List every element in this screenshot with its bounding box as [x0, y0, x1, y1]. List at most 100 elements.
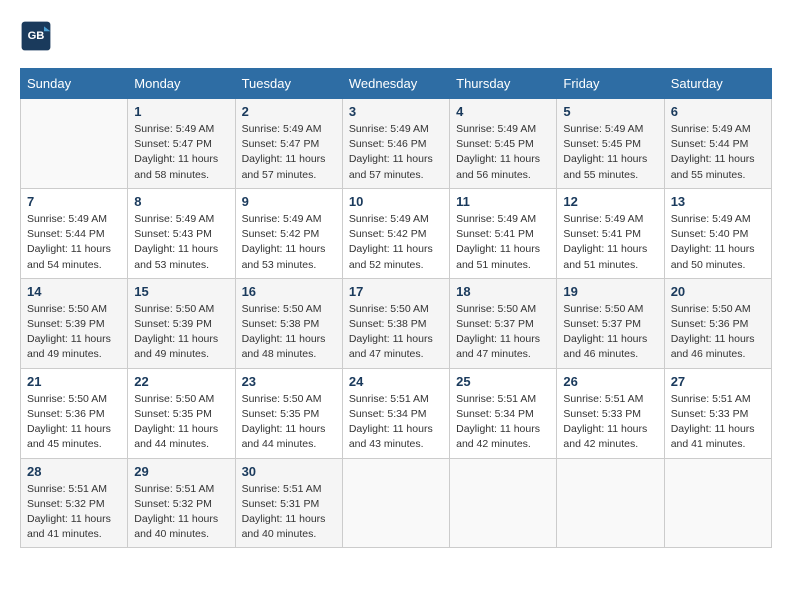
day-number: 5 — [563, 104, 657, 119]
day-number: 18 — [456, 284, 550, 299]
day-info: Sunrise: 5:50 AM Sunset: 5:38 PM Dayligh… — [242, 302, 336, 363]
day-info: Sunrise: 5:50 AM Sunset: 5:39 PM Dayligh… — [134, 302, 228, 363]
day-info: Sunrise: 5:49 AM Sunset: 5:41 PM Dayligh… — [456, 212, 550, 273]
day-info: Sunrise: 5:50 AM Sunset: 5:37 PM Dayligh… — [456, 302, 550, 363]
day-info: Sunrise: 5:50 AM Sunset: 5:36 PM Dayligh… — [671, 302, 765, 363]
calendar-cell: 30 Sunrise: 5:51 AM Sunset: 5:31 PM Dayli… — [235, 458, 342, 548]
calendar-cell — [450, 458, 557, 548]
day-info: Sunrise: 5:49 AM Sunset: 5:46 PM Dayligh… — [349, 122, 443, 183]
calendar-cell: 28 Sunrise: 5:51 AM Sunset: 5:32 PM Dayli… — [21, 458, 128, 548]
logo: GB — [20, 20, 56, 52]
day-number: 20 — [671, 284, 765, 299]
day-number: 9 — [242, 194, 336, 209]
day-number: 11 — [456, 194, 550, 209]
calendar-cell: 21Sunrise: 5:50 AM Sunset: 5:36 PM Dayli… — [21, 368, 128, 458]
day-header-wednesday: Wednesday — [342, 69, 449, 99]
day-info: Sunrise: 5:49 AM Sunset: 5:43 PM Dayligh… — [134, 212, 228, 273]
day-info: Sunrise: 5:50 AM Sunset: 5:35 PM Dayligh… — [134, 392, 228, 453]
day-info: Sunrise: 5:51 AM Sunset: 5:33 PM Dayligh… — [671, 392, 765, 453]
week-row-1: 1 Sunrise: 5:49 AM Sunset: 5:47 PM Daylig… — [21, 99, 772, 189]
calendar-cell — [21, 99, 128, 189]
day-number: 1 — [134, 104, 228, 119]
calendar-cell: 6 Sunrise: 5:49 AM Sunset: 5:44 PM Daylig… — [664, 99, 771, 189]
calendar-cell: 15 Sunrise: 5:50 AM Sunset: 5:39 PM Dayli… — [128, 278, 235, 368]
day-header-thursday: Thursday — [450, 69, 557, 99]
calendar-cell: 20 Sunrise: 5:50 AM Sunset: 5:36 PM Dayli… — [664, 278, 771, 368]
day-number: 2 — [242, 104, 336, 119]
calendar-cell: 1 Sunrise: 5:49 AM Sunset: 5:47 PM Daylig… — [128, 99, 235, 189]
calendar-cell: 13 Sunrise: 5:49 AM Sunset: 5:40 PM Dayli… — [664, 188, 771, 278]
day-header-tuesday: Tuesday — [235, 69, 342, 99]
calendar-cell: 22 Sunrise: 5:50 AM Sunset: 5:35 PM Dayli… — [128, 368, 235, 458]
day-info: Sunrise: 5:49 AM Sunset: 5:42 PM Dayligh… — [349, 212, 443, 273]
day-number: 6 — [671, 104, 765, 119]
day-header-friday: Friday — [557, 69, 664, 99]
day-number: 4 — [456, 104, 550, 119]
calendar-cell — [664, 458, 771, 548]
calendar-cell: 5Sunrise: 5:49 AM Sunset: 5:45 PM Daylig… — [557, 99, 664, 189]
week-row-3: 14 Sunrise: 5:50 AM Sunset: 5:39 PM Dayli… — [21, 278, 772, 368]
page-header: GB — [20, 20, 772, 52]
calendar-cell: 16 Sunrise: 5:50 AM Sunset: 5:38 PM Dayli… — [235, 278, 342, 368]
day-info: Sunrise: 5:50 AM Sunset: 5:35 PM Dayligh… — [242, 392, 336, 453]
day-info: Sunrise: 5:50 AM Sunset: 5:39 PM Dayligh… — [27, 302, 121, 363]
calendar-cell: 10 Sunrise: 5:49 AM Sunset: 5:42 PM Dayli… — [342, 188, 449, 278]
day-number: 16 — [242, 284, 336, 299]
day-number: 24 — [349, 374, 443, 389]
calendar-cell: 3 Sunrise: 5:49 AM Sunset: 5:46 PM Daylig… — [342, 99, 449, 189]
day-info: Sunrise: 5:49 AM Sunset: 5:41 PM Dayligh… — [563, 212, 657, 273]
svg-text:GB: GB — [28, 30, 45, 42]
day-info: Sunrise: 5:51 AM Sunset: 5:34 PM Dayligh… — [456, 392, 550, 453]
day-number: 29 — [134, 464, 228, 479]
day-info: Sunrise: 5:51 AM Sunset: 5:31 PM Dayligh… — [242, 482, 336, 543]
calendar-cell: 17 Sunrise: 5:50 AM Sunset: 5:38 PM Dayli… — [342, 278, 449, 368]
calendar-cell: 11 Sunrise: 5:49 AM Sunset: 5:41 PM Dayli… — [450, 188, 557, 278]
day-info: Sunrise: 5:51 AM Sunset: 5:32 PM Dayligh… — [27, 482, 121, 543]
day-info: Sunrise: 5:49 AM Sunset: 5:47 PM Dayligh… — [242, 122, 336, 183]
calendar-cell: 23Sunrise: 5:50 AM Sunset: 5:35 PM Dayli… — [235, 368, 342, 458]
day-info: Sunrise: 5:49 AM Sunset: 5:44 PM Dayligh… — [27, 212, 121, 273]
calendar-cell: 7 Sunrise: 5:49 AM Sunset: 5:44 PM Daylig… — [21, 188, 128, 278]
day-number: 28 — [27, 464, 121, 479]
day-info: Sunrise: 5:50 AM Sunset: 5:36 PM Dayligh… — [27, 392, 121, 453]
day-info: Sunrise: 5:50 AM Sunset: 5:38 PM Dayligh… — [349, 302, 443, 363]
week-row-5: 28 Sunrise: 5:51 AM Sunset: 5:32 PM Dayli… — [21, 458, 772, 548]
calendar-cell: 24 Sunrise: 5:51 AM Sunset: 5:34 PM Dayli… — [342, 368, 449, 458]
day-number: 22 — [134, 374, 228, 389]
day-number: 14 — [27, 284, 121, 299]
day-info: Sunrise: 5:51 AM Sunset: 5:34 PM Dayligh… — [349, 392, 443, 453]
day-info: Sunrise: 5:49 AM Sunset: 5:42 PM Dayligh… — [242, 212, 336, 273]
day-info: Sunrise: 5:49 AM Sunset: 5:45 PM Dayligh… — [456, 122, 550, 183]
day-number: 10 — [349, 194, 443, 209]
day-number: 7 — [27, 194, 121, 209]
day-info: Sunrise: 5:49 AM Sunset: 5:44 PM Dayligh… — [671, 122, 765, 183]
day-info: Sunrise: 5:49 AM Sunset: 5:40 PM Dayligh… — [671, 212, 765, 273]
day-number: 15 — [134, 284, 228, 299]
calendar-cell: 8 Sunrise: 5:49 AM Sunset: 5:43 PM Daylig… — [128, 188, 235, 278]
calendar-cell: 14 Sunrise: 5:50 AM Sunset: 5:39 PM Dayli… — [21, 278, 128, 368]
calendar-cell: 25 Sunrise: 5:51 AM Sunset: 5:34 PM Dayli… — [450, 368, 557, 458]
calendar-cell — [557, 458, 664, 548]
day-number: 17 — [349, 284, 443, 299]
calendar-cell: 4 Sunrise: 5:49 AM Sunset: 5:45 PM Daylig… — [450, 99, 557, 189]
day-info: Sunrise: 5:51 AM Sunset: 5:32 PM Dayligh… — [134, 482, 228, 543]
day-info: Sunrise: 5:49 AM Sunset: 5:47 PM Dayligh… — [134, 122, 228, 183]
day-info: Sunrise: 5:51 AM Sunset: 5:33 PM Dayligh… — [563, 392, 657, 453]
day-number: 19 — [563, 284, 657, 299]
header-row: SundayMondayTuesdayWednesdayThursdayFrid… — [21, 69, 772, 99]
day-header-sunday: Sunday — [21, 69, 128, 99]
calendar-cell: 2 Sunrise: 5:49 AM Sunset: 5:47 PM Daylig… — [235, 99, 342, 189]
day-number: 3 — [349, 104, 443, 119]
week-row-4: 21Sunrise: 5:50 AM Sunset: 5:36 PM Dayli… — [21, 368, 772, 458]
day-number: 8 — [134, 194, 228, 209]
day-number: 30 — [242, 464, 336, 479]
day-number: 25 — [456, 374, 550, 389]
logo-icon: GB — [20, 20, 52, 52]
calendar-table: SundayMondayTuesdayWednesdayThursdayFrid… — [20, 68, 772, 548]
calendar-cell: 12Sunrise: 5:49 AM Sunset: 5:41 PM Dayli… — [557, 188, 664, 278]
day-header-monday: Monday — [128, 69, 235, 99]
day-number: 26 — [563, 374, 657, 389]
day-number: 13 — [671, 194, 765, 209]
day-number: 27 — [671, 374, 765, 389]
calendar-cell: 29 Sunrise: 5:51 AM Sunset: 5:32 PM Dayli… — [128, 458, 235, 548]
